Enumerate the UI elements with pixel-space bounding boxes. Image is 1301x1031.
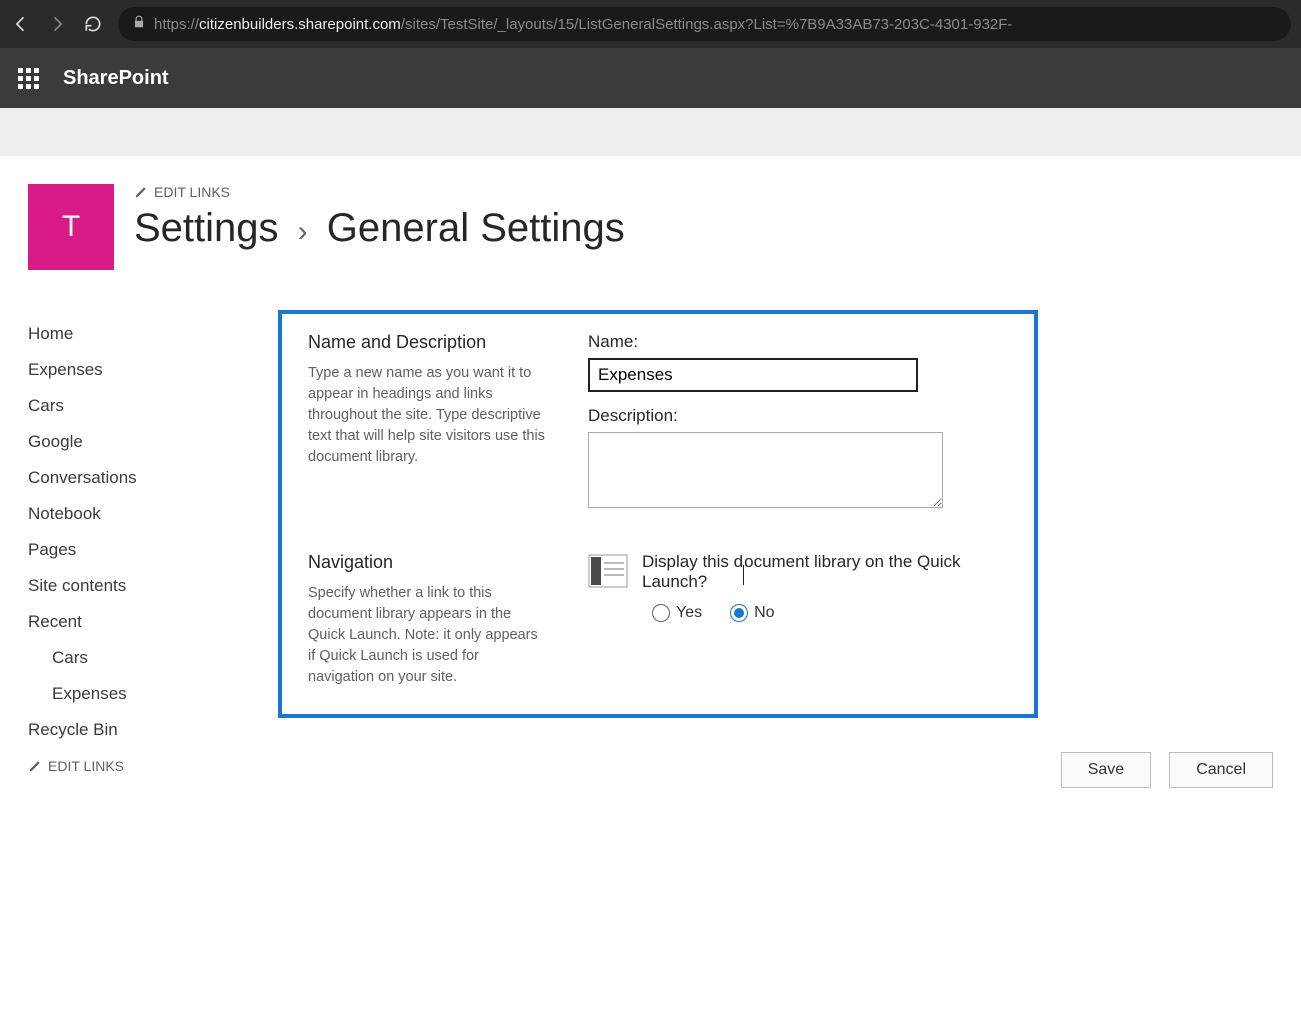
nav-item-conversations[interactable]: Conversations [28, 460, 228, 496]
breadcrumb-current: General Settings [327, 206, 625, 250]
suite-bar: SharePoint [0, 48, 1301, 108]
name-label: Name: [588, 332, 1008, 352]
nav-item-google[interactable]: Google [28, 424, 228, 460]
navigation-question: Display this document library on the Qui… [642, 552, 1008, 592]
section-name-description: Name and Description Type a new name as … [308, 332, 1008, 512]
name-input[interactable] [588, 358, 918, 392]
back-icon[interactable] [10, 13, 32, 35]
nav-item-pages[interactable]: Pages [28, 532, 228, 568]
edit-links-bottom-label: EDIT LINKS [48, 758, 124, 774]
ribbon-placeholder [0, 108, 1301, 156]
radio-icon [652, 604, 670, 622]
url-domain: citizenbuilders.sharepoint.com [199, 16, 401, 33]
radio-icon [730, 604, 748, 622]
edit-links-label: EDIT LINKS [154, 184, 230, 200]
edit-links-top[interactable]: EDIT LINKS [134, 184, 1273, 200]
lock-icon [132, 15, 146, 33]
browser-toolbar: https://citizenbuilders.sharepoint.com/s… [0, 0, 1301, 48]
cancel-button[interactable]: Cancel [1169, 752, 1273, 788]
edit-links-bottom[interactable]: EDIT LINKS [28, 758, 228, 774]
forward-icon[interactable] [46, 13, 68, 35]
radio-yes-label: Yes [676, 604, 702, 622]
page-title: Settings › General Settings [134, 206, 1273, 250]
section1-title: Name and Description [308, 332, 548, 353]
reload-icon[interactable] [82, 13, 104, 35]
radio-yes[interactable]: Yes [652, 604, 702, 622]
nav-item-notebook[interactable]: Notebook [28, 496, 228, 532]
nav-item-recycle-bin[interactable]: Recycle Bin [28, 712, 228, 748]
description-label: Description: [588, 406, 1008, 426]
nav-item-recent-expenses[interactable]: Expenses [28, 676, 228, 712]
quick-launch: Home Expenses Cars Google Conversations … [28, 310, 228, 822]
document-library-icon [588, 554, 628, 588]
url-bar[interactable]: https://citizenbuilders.sharepoint.com/s… [118, 7, 1291, 41]
section2-desc: Specify whether a link to this document … [308, 583, 548, 688]
nav-item-site-contents[interactable]: Site contents [28, 568, 228, 604]
pencil-icon [134, 185, 148, 199]
nav-item-cars[interactable]: Cars [28, 388, 228, 424]
description-textarea[interactable] [588, 432, 943, 508]
page-header: T EDIT LINKS Settings › General Settings [0, 156, 1301, 310]
nav-item-home[interactable]: Home [28, 316, 228, 352]
app-launcher-icon[interactable] [18, 68, 39, 89]
section1-desc: Type a new name as you want it to appear… [308, 363, 548, 468]
url-path: /sites/TestSite/_layouts/15/ListGeneralS… [401, 16, 1013, 33]
breadcrumb-separator: › [298, 215, 308, 248]
save-button[interactable]: Save [1061, 752, 1151, 788]
nav-item-recent[interactable]: Recent [28, 604, 228, 640]
section-navigation: Navigation Specify whether a link to thi… [308, 552, 1008, 688]
form-buttons: Save Cancel [278, 718, 1273, 822]
site-logo[interactable]: T [28, 184, 114, 270]
radio-no-label: No [754, 604, 774, 622]
section2-title: Navigation [308, 552, 548, 573]
nav-item-expenses[interactable]: Expenses [28, 352, 228, 388]
settings-form: Name and Description Type a new name as … [278, 310, 1038, 718]
suite-title[interactable]: SharePoint [63, 67, 169, 90]
nav-item-recent-cars[interactable]: Cars [28, 640, 228, 676]
radio-no[interactable]: No [730, 604, 774, 622]
pencil-icon [28, 759, 42, 773]
url-prefix: https:// [154, 16, 199, 33]
breadcrumb-settings[interactable]: Settings [134, 206, 279, 250]
